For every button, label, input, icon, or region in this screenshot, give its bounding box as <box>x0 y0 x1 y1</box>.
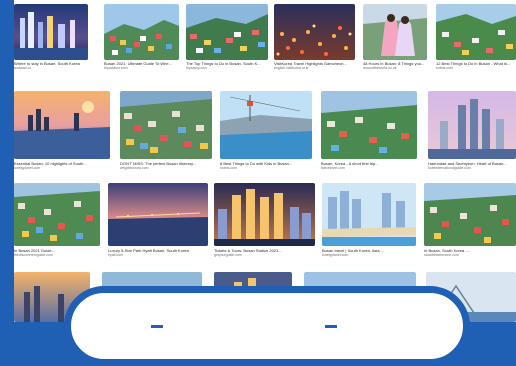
thumbnail-image <box>14 91 110 159</box>
thumbnail[interactable] <box>274 4 355 60</box>
result-source: stockbetweenone.com <box>424 253 459 257</box>
card-bar-left <box>151 325 163 328</box>
result-source: hotels.com <box>436 66 453 70</box>
thumbnail[interactable] <box>214 183 315 246</box>
thumbnail[interactable] <box>14 183 100 246</box>
thumbnail[interactable] <box>322 183 416 246</box>
card-bar-right <box>325 325 337 328</box>
thumbnail[interactable] <box>14 91 110 159</box>
result-source: aroundtheworld.co.uk <box>363 66 397 70</box>
thumbnail-image <box>14 183 100 246</box>
result-source: lonelyplanet.com <box>322 253 349 257</box>
result-source: thediscoverersguide.com <box>14 253 53 257</box>
result-source: getyourguide.com <box>214 253 242 257</box>
thumbnail-image <box>104 4 179 60</box>
thumbnail[interactable] <box>186 4 268 60</box>
thumbnail-image <box>424 183 516 246</box>
thumbnail-image <box>108 183 208 246</box>
thumbnail-image <box>363 4 427 60</box>
thumbnail-image <box>220 91 312 159</box>
thumbnail-image <box>274 4 355 60</box>
thumbnail-image <box>322 183 416 246</box>
result-source: lonelyplanet.com <box>14 166 41 170</box>
thumbnail[interactable] <box>14 4 88 60</box>
thumbnail[interactable] <box>120 91 212 159</box>
result-source: tripadvisor.com <box>104 66 128 70</box>
thumbnail-image <box>120 91 212 159</box>
thumbnail[interactable] <box>220 91 312 159</box>
overlay-card <box>64 286 470 366</box>
thumbnail-image <box>436 4 516 60</box>
result-source: barcelover.com <box>321 166 345 170</box>
result-source: hotels.com <box>220 166 237 170</box>
screen: { "page_background": "#1f5fb4", "frame_b… <box>0 0 516 366</box>
thumbnail[interactable] <box>108 183 208 246</box>
thumbnail[interactable] <box>424 183 516 246</box>
thumbnail-image <box>14 4 88 60</box>
thumbnail-image <box>186 4 268 60</box>
image-results-panel: Where to stay in Busan, South Korea aoda… <box>14 0 516 322</box>
result-source: english.visitkorea.or.kr <box>274 66 309 70</box>
thumbnail-image <box>321 91 417 159</box>
thumbnail-image <box>428 91 516 159</box>
thumbnail[interactable] <box>363 4 427 60</box>
thumbnail-image <box>214 183 315 246</box>
thumbnail[interactable] <box>104 4 179 60</box>
thumbnail[interactable] <box>321 91 417 159</box>
thumbnail[interactable] <box>428 91 516 159</box>
thumbnail[interactable] <box>436 4 516 60</box>
result-source: kobeinternationalguide.com <box>428 166 471 170</box>
result-source: aodarav.co <box>14 66 32 70</box>
result-source: wegotthisnow.com <box>120 166 149 170</box>
result-source: tripsavvy.com <box>186 66 208 70</box>
result-source: hyatt.com <box>108 253 124 257</box>
